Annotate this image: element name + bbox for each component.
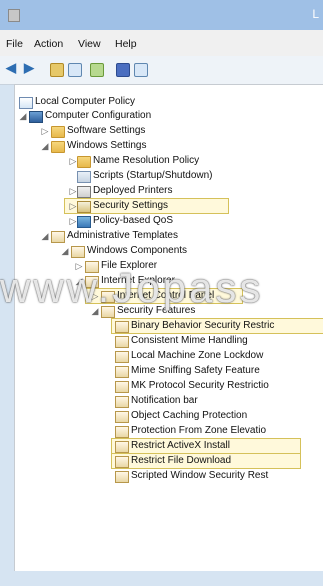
template-folder-icon (115, 441, 129, 453)
tree-node-deployed-printers[interactable]: Deployed Printers (77, 184, 307, 198)
title-bar: L (0, 0, 323, 30)
folder-icon (77, 156, 91, 168)
gpedit-window: L File Action View Help ◀ ▶ Local Comput… (0, 0, 323, 586)
toolbar: ◀ ▶ (0, 56, 323, 85)
show-hide-tree-icon[interactable] (68, 63, 82, 77)
console-tree: Local Computer Policy ◢ Computer Configu… (14, 84, 323, 571)
tree-node-scripted-window-security-restrictions[interactable]: Scripted Window Security Rest (115, 469, 323, 483)
tree-node-local-machine-zone-lockdown[interactable]: Local Machine Zone Lockdow (115, 349, 323, 363)
collapse-toggle-icon[interactable]: ◢ (61, 246, 69, 256)
collapse-toggle-icon[interactable]: ◢ (41, 231, 49, 241)
security-settings-icon (77, 201, 91, 213)
tree-node-windows-components[interactable]: Windows Components (71, 244, 301, 258)
tree-node-windows-settings[interactable]: Windows Settings (51, 139, 291, 153)
template-folder-icon (115, 426, 129, 438)
tree-node-consistent-mime-handling[interactable]: Consistent Mime Handling (115, 334, 323, 348)
tree-node-security-settings[interactable]: Security Settings (77, 199, 227, 213)
tree-node-binary-behavior-security-restriction[interactable]: Binary Behavior Security Restric (115, 319, 323, 333)
forward-icon[interactable]: ▶ (24, 61, 36, 74)
tree-node-software-settings[interactable]: Software Settings (51, 124, 291, 138)
template-folder-icon (115, 456, 129, 468)
properties-icon[interactable] (134, 63, 148, 77)
tree-node-internet-explorer[interactable]: Internet Explorer (85, 274, 305, 288)
tree-node-mk-protocol-security-restriction[interactable]: MK Protocol Security Restrictio (115, 379, 323, 393)
back-icon[interactable]: ◀ (6, 61, 18, 74)
tree-node-scripts[interactable]: Scripts (Startup/Shutdown) (77, 169, 307, 183)
template-folder-icon (115, 366, 129, 378)
template-folder-icon (101, 291, 115, 303)
menu-file[interactable]: File (6, 38, 23, 50)
folder-icon (51, 126, 65, 138)
tree-node-restrict-file-download[interactable]: Restrict File Download (115, 454, 299, 468)
template-folder-icon (85, 261, 99, 273)
app-icon (8, 9, 20, 22)
template-folder-icon (115, 471, 129, 483)
expand-toggle-icon[interactable]: ▷ (91, 291, 99, 301)
menu-help[interactable]: Help (115, 38, 137, 50)
script-icon (77, 171, 91, 183)
template-folder-icon (115, 411, 129, 423)
tree-node-computer-configuration[interactable]: Computer Configuration (29, 109, 289, 123)
computer-icon (29, 111, 43, 123)
menu-view[interactable]: View (78, 38, 101, 50)
tree-node-notification-bar[interactable]: Notification bar (115, 394, 323, 408)
folder-icon (51, 141, 65, 153)
tree-node-name-resolution-policy[interactable]: Name Resolution Policy (77, 154, 307, 168)
tree-node-protection-from-zone-elevation[interactable]: Protection From Zone Elevatio (115, 424, 323, 438)
expand-toggle-icon[interactable]: ▷ (41, 126, 49, 136)
menu-bar: File Action View Help (0, 30, 323, 56)
expand-toggle-icon[interactable]: ▷ (69, 186, 77, 196)
collapse-toggle-icon[interactable]: ◢ (91, 306, 99, 316)
collapse-toggle-icon[interactable]: ◢ (41, 141, 49, 151)
template-folder-icon (115, 351, 129, 363)
collapse-toggle-icon[interactable]: ◢ (19, 111, 27, 121)
expand-toggle-icon[interactable]: ▷ (69, 201, 77, 211)
tree-node-mime-sniffing-safety-feature[interactable]: Mime Sniffing Safety Feature (115, 364, 323, 378)
window-title: L (312, 7, 319, 21)
tree-node-file-explorer[interactable]: File Explorer (85, 259, 305, 273)
template-folder-icon (71, 246, 85, 258)
expand-toggle-icon[interactable]: ▷ (75, 261, 83, 271)
template-folder-icon (85, 276, 99, 288)
policy-icon (19, 97, 33, 109)
tree-node-object-caching-protection[interactable]: Object Caching Protection (115, 409, 323, 423)
tree-node-internet-control-panel[interactable]: Internet Control Panel (101, 289, 241, 303)
tree-node-restrict-activex-install[interactable]: Restrict ActiveX Install (115, 439, 299, 453)
bar-chart-icon (77, 216, 91, 228)
tree-node-administrative-templates[interactable]: Administrative Templates (51, 229, 291, 243)
template-folder-icon (51, 231, 65, 243)
tree-node-security-features[interactable]: Security Features (101, 304, 321, 318)
template-folder-icon (115, 321, 129, 333)
tree-node-local-computer-policy[interactable]: Local Computer Policy (19, 95, 279, 109)
up-folder-icon[interactable] (50, 63, 64, 77)
template-folder-icon (101, 306, 115, 318)
menu-action[interactable]: Action (34, 38, 63, 50)
template-folder-icon (115, 381, 129, 393)
tree-node-policy-based-qos[interactable]: Policy-based QoS (77, 214, 307, 228)
export-list-icon[interactable] (90, 63, 104, 77)
printer-icon (77, 186, 91, 198)
help-icon[interactable] (116, 63, 130, 77)
template-folder-icon (115, 396, 129, 408)
expand-toggle-icon[interactable]: ▷ (69, 156, 77, 166)
collapse-toggle-icon[interactable]: ◢ (75, 276, 83, 286)
expand-toggle-icon[interactable]: ▷ (69, 216, 77, 226)
template-folder-icon (115, 336, 129, 348)
